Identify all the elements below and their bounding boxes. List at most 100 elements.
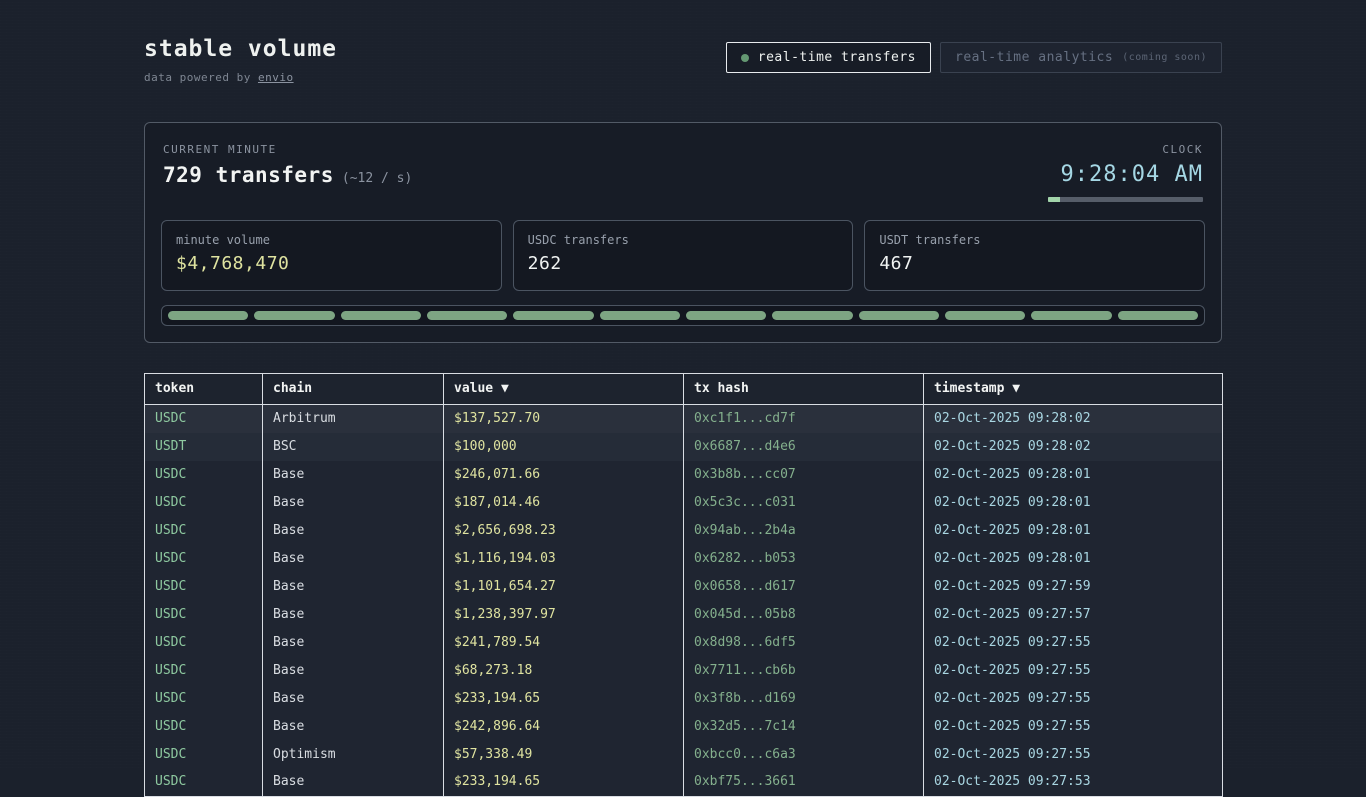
cell-timestamp: 02-Oct-2025 09:27:55 bbox=[924, 685, 1223, 713]
cell-tx-hash[interactable]: 0x6282...b053 bbox=[684, 545, 924, 573]
cell-token: USDC bbox=[145, 713, 263, 741]
cell-timestamp: 02-Oct-2025 09:28:01 bbox=[924, 517, 1223, 545]
cell-timestamp: 02-Oct-2025 09:28:01 bbox=[924, 545, 1223, 573]
cell-chain: Base bbox=[263, 601, 444, 629]
cell-value: $233,194.65 bbox=[444, 685, 684, 713]
transfers-count-line: 729 transfers (~12 / s) bbox=[163, 163, 412, 187]
activity-segment bbox=[168, 311, 248, 320]
cell-token: USDC bbox=[145, 601, 263, 629]
table-row: USDCOptimism$57,338.490xbcc0...c6a302-Oc… bbox=[145, 741, 1223, 769]
transfers-table: token chain value ▼ tx hash timestamp ▼ … bbox=[144, 373, 1223, 797]
cell-value: $187,014.46 bbox=[444, 489, 684, 517]
table-row: USDCArbitrum$137,527.700xc1f1...cd7f02-O… bbox=[145, 405, 1223, 433]
cell-tx-hash[interactable]: 0x6687...d4e6 bbox=[684, 433, 924, 461]
cell-tx-hash[interactable]: 0x3b8b...cc07 bbox=[684, 461, 924, 489]
activity-segment bbox=[427, 311, 507, 320]
table-row: USDCBase$242,896.640x32d5...7c1402-Oct-2… bbox=[145, 713, 1223, 741]
cell-tx-hash[interactable]: 0x5c3c...c031 bbox=[684, 489, 924, 517]
cell-value: $68,273.18 bbox=[444, 657, 684, 685]
panel-top: CURRENT MINUTE 729 transfers (~12 / s) C… bbox=[161, 139, 1205, 204]
activity-segment bbox=[600, 311, 680, 320]
cell-value: $57,338.49 bbox=[444, 741, 684, 769]
cell-chain: Arbitrum bbox=[263, 405, 444, 433]
stat-cards: minute volume $4,768,470 USDC transfers … bbox=[161, 220, 1205, 291]
usdt-transfers-value: 467 bbox=[879, 253, 1190, 274]
activity-bar bbox=[161, 305, 1205, 326]
header-timestamp-sort[interactable]: timestamp ▼ bbox=[924, 374, 1223, 405]
cell-chain: Base bbox=[263, 657, 444, 685]
cell-timestamp: 02-Oct-2025 09:27:55 bbox=[924, 657, 1223, 685]
cell-chain: Base bbox=[263, 629, 444, 657]
cell-chain: Base bbox=[263, 489, 444, 517]
cell-token: USDC bbox=[145, 685, 263, 713]
page-container: stable volume data powered by envio real… bbox=[144, 0, 1222, 797]
cell-token: USDC bbox=[145, 461, 263, 489]
cell-tx-hash[interactable]: 0x045d...05b8 bbox=[684, 601, 924, 629]
usdc-transfers-card: USDC transfers 262 bbox=[513, 220, 854, 291]
header-value-sort[interactable]: value ▼ bbox=[444, 374, 684, 405]
table-row: USDCBase$2,656,698.230x94ab...2b4a02-Oct… bbox=[145, 517, 1223, 545]
cell-tx-hash[interactable]: 0x8d98...6df5 bbox=[684, 629, 924, 657]
cell-value: $1,238,397.97 bbox=[444, 601, 684, 629]
activity-segment bbox=[513, 311, 593, 320]
tab-real-time-transfers[interactable]: real-time transfers bbox=[726, 42, 931, 73]
cell-token: USDC bbox=[145, 573, 263, 601]
tab-label: real-time transfers bbox=[758, 50, 916, 65]
cell-chain: Base bbox=[263, 573, 444, 601]
cell-timestamp: 02-Oct-2025 09:27:55 bbox=[924, 713, 1223, 741]
current-minute-panel: CURRENT MINUTE 729 transfers (~12 / s) C… bbox=[144, 122, 1222, 343]
table-row: USDCBase$233,194.650xbf75...366102-Oct-2… bbox=[145, 769, 1223, 797]
cell-token: USDC bbox=[145, 405, 263, 433]
cell-timestamp: 02-Oct-2025 09:27:55 bbox=[924, 741, 1223, 769]
cell-tx-hash[interactable]: 0x7711...cb6b bbox=[684, 657, 924, 685]
activity-segment bbox=[772, 311, 852, 320]
table-row: USDCBase$1,116,194.030x6282...b05302-Oct… bbox=[145, 545, 1223, 573]
cell-tx-hash[interactable]: 0x32d5...7c14 bbox=[684, 713, 924, 741]
activity-segment bbox=[945, 311, 1025, 320]
cell-chain: Base bbox=[263, 713, 444, 741]
table-row: USDCBase$241,789.540x8d98...6df502-Oct-2… bbox=[145, 629, 1223, 657]
cell-tx-hash[interactable]: 0x3f8b...d169 bbox=[684, 685, 924, 713]
title-block: stable volume data powered by envio bbox=[144, 36, 337, 84]
cell-value: $233,194.65 bbox=[444, 769, 684, 797]
cell-tx-hash[interactable]: 0xbcc0...c6a3 bbox=[684, 741, 924, 769]
activity-segment bbox=[859, 311, 939, 320]
envio-link[interactable]: envio bbox=[258, 71, 294, 84]
cell-timestamp: 02-Oct-2025 09:27:57 bbox=[924, 601, 1223, 629]
cell-chain: Base bbox=[263, 461, 444, 489]
tab-real-time-analytics[interactable]: real-time analytics (coming soon) bbox=[940, 42, 1222, 73]
coming-soon-badge: (coming soon) bbox=[1122, 52, 1207, 63]
cell-value: $246,071.66 bbox=[444, 461, 684, 489]
cell-token: USDT bbox=[145, 433, 263, 461]
minute-progress-track bbox=[1048, 197, 1203, 202]
table-row: USDCBase$1,238,397.970x045d...05b802-Oct… bbox=[145, 601, 1223, 629]
minute-volume-value: $4,768,470 bbox=[176, 253, 487, 274]
cell-timestamp: 02-Oct-2025 09:28:01 bbox=[924, 461, 1223, 489]
cell-token: USDC bbox=[145, 517, 263, 545]
table-row: USDCBase$187,014.460x5c3c...c03102-Oct-2… bbox=[145, 489, 1223, 517]
cell-tx-hash[interactable]: 0x94ab...2b4a bbox=[684, 517, 924, 545]
card-label: USDC transfers bbox=[528, 233, 839, 247]
cell-chain: Base bbox=[263, 517, 444, 545]
activity-segment bbox=[341, 311, 421, 320]
cell-token: USDC bbox=[145, 629, 263, 657]
cell-timestamp: 02-Oct-2025 09:27:55 bbox=[924, 629, 1223, 657]
cell-tx-hash[interactable]: 0xc1f1...cd7f bbox=[684, 405, 924, 433]
cell-value: $1,116,194.03 bbox=[444, 545, 684, 573]
minute-volume-card: minute volume $4,768,470 bbox=[161, 220, 502, 291]
cell-timestamp: 02-Oct-2025 09:28:01 bbox=[924, 489, 1223, 517]
cell-value: $241,789.54 bbox=[444, 629, 684, 657]
card-label: USDT transfers bbox=[879, 233, 1190, 247]
usdc-transfers-value: 262 bbox=[528, 253, 839, 274]
header-chain: chain bbox=[263, 374, 444, 405]
activity-segment bbox=[254, 311, 334, 320]
header-tx-hash: tx hash bbox=[684, 374, 924, 405]
cell-timestamp: 02-Oct-2025 09:28:02 bbox=[924, 405, 1223, 433]
subtitle-text: data powered by bbox=[144, 71, 258, 84]
table-row: USDCBase$246,071.660x3b8b...cc0702-Oct-2… bbox=[145, 461, 1223, 489]
cell-tx-hash[interactable]: 0xbf75...3661 bbox=[684, 769, 924, 797]
cell-timestamp: 02-Oct-2025 09:28:02 bbox=[924, 433, 1223, 461]
cell-tx-hash[interactable]: 0x0658...d617 bbox=[684, 573, 924, 601]
table-row: USDCBase$1,101,654.270x0658...d61702-Oct… bbox=[145, 573, 1223, 601]
activity-segment bbox=[1118, 311, 1198, 320]
